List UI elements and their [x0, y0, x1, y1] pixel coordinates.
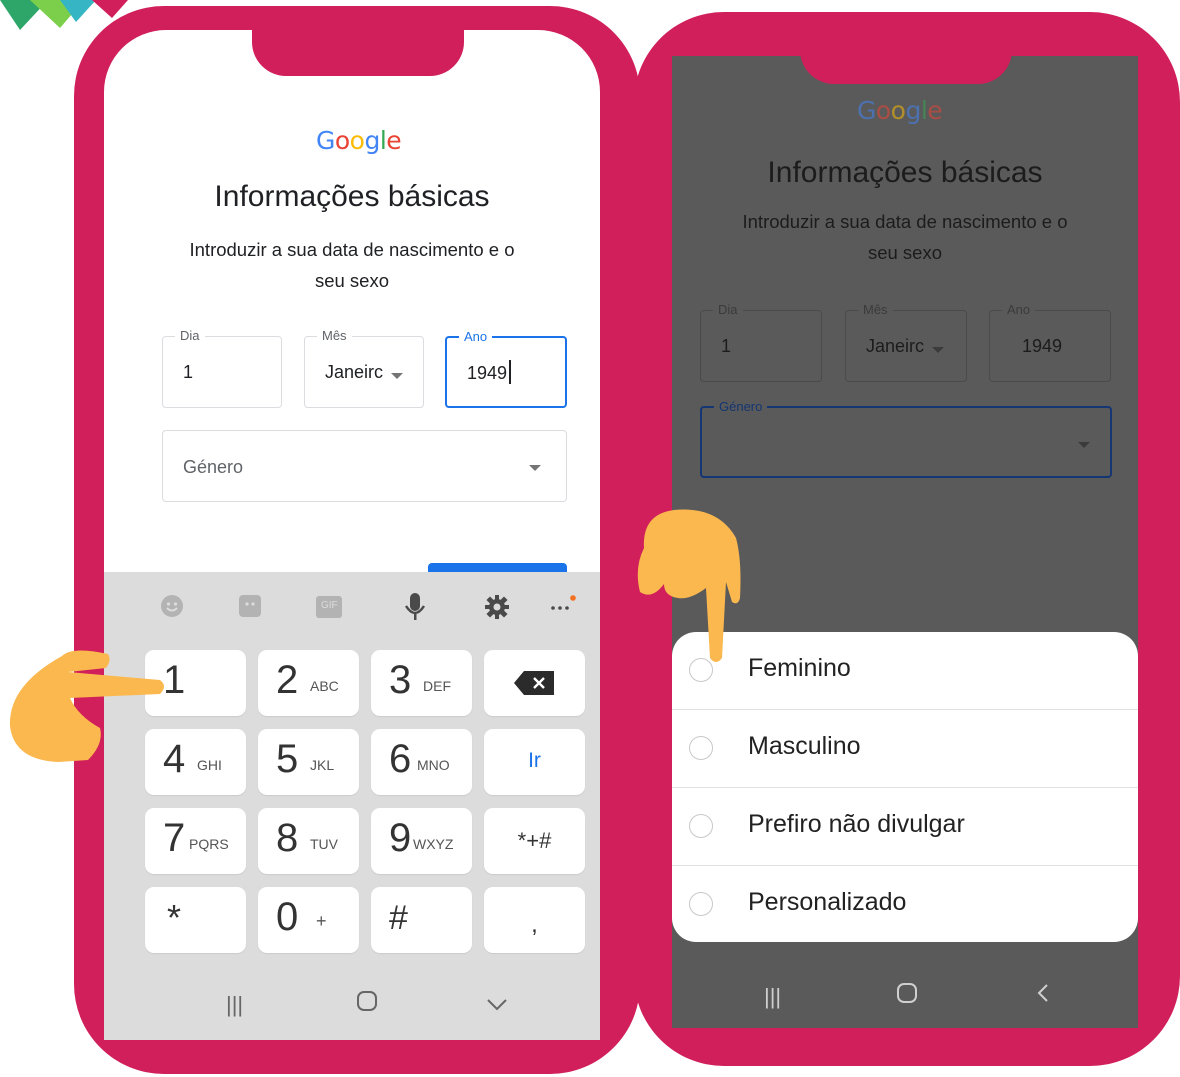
- day-value: 1: [183, 362, 194, 382]
- option-personalizado[interactable]: Personalizado: [672, 866, 1138, 944]
- left-phone-screen: Google Informações básicas Introduzir a …: [104, 30, 600, 1040]
- key-6[interactable]: 6 MNO: [371, 729, 472, 795]
- year-field[interactable]: Ano 1949: [989, 302, 1111, 382]
- gender-select[interactable]: Género: [162, 430, 567, 502]
- day-label: Dia: [175, 328, 205, 343]
- month-select[interactable]: Mês Janeirc: [845, 302, 967, 382]
- gender-select[interactable]: Género: [700, 399, 1112, 478]
- pointing-hand-icon: [9, 650, 164, 762]
- home-icon[interactable]: [356, 990, 378, 1018]
- page-title: Informações básicas: [767, 156, 1043, 189]
- phone-notch: [252, 6, 464, 76]
- chevron-down-icon: [529, 465, 541, 471]
- year-field[interactable]: Ano 1949: [445, 329, 567, 408]
- day-field[interactable]: Dia 1: [700, 302, 822, 382]
- gear-icon[interactable]: [484, 594, 510, 626]
- recent-apps-icon[interactable]: |||: [226, 992, 243, 1018]
- month-select[interactable]: Mês Janeirc: [304, 328, 424, 408]
- page-subtitle: Introduzir a sua data de nascimento e o …: [742, 211, 1068, 263]
- month-value: Janeirc: [325, 362, 384, 382]
- key-comma[interactable]: ,: [484, 887, 585, 953]
- sticker-icon[interactable]: [238, 594, 262, 624]
- go-key[interactable]: Ir: [484, 729, 585, 795]
- gender-options-sheet: Feminino Masculino Prefiro não divulgar …: [672, 632, 1138, 942]
- radio-button[interactable]: [689, 736, 713, 760]
- key-asterisk[interactable]: *: [145, 887, 246, 953]
- day-label: Dia: [713, 302, 743, 317]
- gender-label: Género: [714, 399, 768, 414]
- phone-notch: [800, 12, 1012, 84]
- symbols-key[interactable]: *+#: [484, 808, 585, 874]
- chevron-down-icon: [932, 347, 944, 353]
- back-icon[interactable]: [1036, 982, 1050, 1010]
- key-2[interactable]: 2 ABC: [258, 650, 359, 716]
- google-logo: Google: [316, 126, 402, 155]
- key-hash[interactable]: #: [371, 887, 472, 953]
- pointing-hand-icon: [637, 509, 741, 662]
- recent-apps-icon[interactable]: |||: [764, 984, 781, 1010]
- gender-placeholder: Género: [183, 457, 244, 477]
- year-label: Ano: [459, 329, 493, 344]
- google-logo: Google: [857, 96, 943, 125]
- day-value: 1: [721, 336, 732, 356]
- home-icon[interactable]: [896, 982, 918, 1010]
- gif-icon[interactable]: GIF: [316, 596, 342, 624]
- key-8[interactable]: 8 TUV: [258, 808, 359, 874]
- radio-button[interactable]: [689, 814, 713, 838]
- emoji-icon[interactable]: [160, 594, 184, 624]
- key-7[interactable]: 7 PQRS: [145, 808, 246, 874]
- numeric-keyboard: GIF 1 2 ABC 3 DEF 4 GHI 5 JKL 6 MNO Ir 7…: [104, 572, 600, 1040]
- key-3[interactable]: 3 DEF: [371, 650, 472, 716]
- month-label: Mês: [858, 302, 893, 317]
- chevron-down-icon: [391, 373, 403, 379]
- more-icon[interactable]: [548, 592, 576, 622]
- chevron-down-icon[interactable]: [486, 992, 508, 1018]
- year-value: 1949: [1022, 336, 1063, 356]
- page-subtitle: Introduzir a sua data de nascimento e o …: [189, 239, 515, 291]
- radio-button[interactable]: [689, 892, 713, 916]
- month-value: Janeirc: [866, 336, 925, 356]
- key-0[interactable]: 0 +: [258, 887, 359, 953]
- month-label: Mês: [317, 328, 352, 343]
- text-cursor: [509, 360, 511, 384]
- microphone-icon[interactable]: [404, 592, 426, 628]
- chevron-down-icon: [1078, 442, 1090, 448]
- option-masculino[interactable]: Masculino: [672, 710, 1138, 788]
- page-title: Informações básicas: [214, 180, 490, 213]
- backspace-key[interactable]: [484, 650, 585, 716]
- left-phone-frame: Google Informações básicas Introduzir a …: [74, 6, 640, 1074]
- option-prefiro-nao-divulgar[interactable]: Prefiro não divulgar: [672, 788, 1138, 866]
- key-9[interactable]: 9 WXYZ: [371, 808, 472, 874]
- day-field[interactable]: Dia 1: [162, 328, 282, 408]
- key-5[interactable]: 5 JKL: [258, 729, 359, 795]
- year-label: Ano: [1002, 302, 1036, 317]
- backspace-icon: [514, 671, 554, 695]
- year-value: 1949: [467, 363, 508, 383]
